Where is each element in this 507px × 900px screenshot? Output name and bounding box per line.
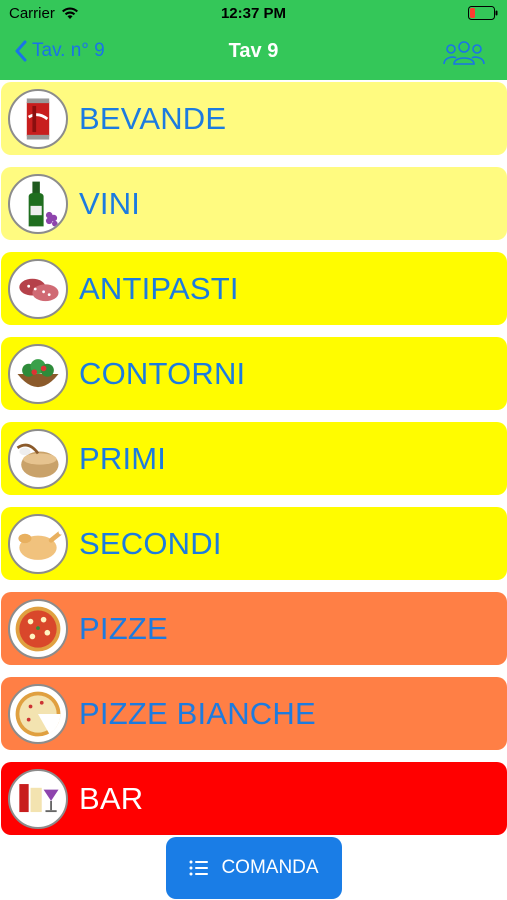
navigation-bar: Tav. n° 9 Tav 9 <box>0 30 507 74</box>
list-icon <box>189 860 209 876</box>
header: Carrier 12:37 PM Tav. n° 9 Tav 9 <box>0 0 507 80</box>
roast-chicken-icon <box>8 513 68 574</box>
category-label: PIZZE <box>79 610 168 646</box>
salad-bowl-icon <box>8 343 68 404</box>
category-label: CONTORNI <box>79 355 246 391</box>
category-antipasti[interactable]: ANTIPASTI <box>1 252 507 325</box>
salami-icon <box>8 258 68 319</box>
category-label: VINI <box>79 185 141 221</box>
category-pizze-bianche[interactable]: PIZZE BIANCHE <box>1 677 507 750</box>
status-time: 12:37 PM <box>220 5 287 22</box>
pizza-icon <box>8 598 68 659</box>
category-label: PIZZE BIANCHE <box>79 695 316 731</box>
comanda-label: COMANDA <box>221 857 319 878</box>
category-label: PRIMI <box>79 440 167 476</box>
category-bar[interactable]: BAR <box>1 762 507 835</box>
category-contorni[interactable]: CONTORNI <box>1 337 507 410</box>
category-bevande[interactable]: BEVANDE <box>1 82 507 155</box>
category-pizze[interactable]: PIZZE <box>1 592 507 665</box>
category-label: BEVANDE <box>79 100 227 136</box>
category-label: ANTIPASTI <box>79 270 239 306</box>
cocktail-bar-icon <box>8 768 68 829</box>
pizza-slice-icon <box>8 683 68 744</box>
pasta-pot-icon <box>8 428 68 489</box>
status-bar: Carrier 12:37 PM <box>0 0 507 28</box>
page-title: Tav 9 <box>228 40 279 62</box>
comanda-button[interactable]: COMANDA <box>166 837 342 899</box>
category-secondi[interactable]: SECONDI <box>1 507 507 580</box>
category-vini[interactable]: VINI <box>1 167 507 240</box>
wine-bottle-icon <box>8 173 68 234</box>
category-label: SECONDI <box>79 525 222 561</box>
battery-icon <box>468 6 498 20</box>
cola-can-icon <box>8 88 68 149</box>
category-label: BAR <box>79 780 144 816</box>
category-primi[interactable]: PRIMI <box>1 422 507 495</box>
people-group-icon[interactable] <box>443 38 485 66</box>
